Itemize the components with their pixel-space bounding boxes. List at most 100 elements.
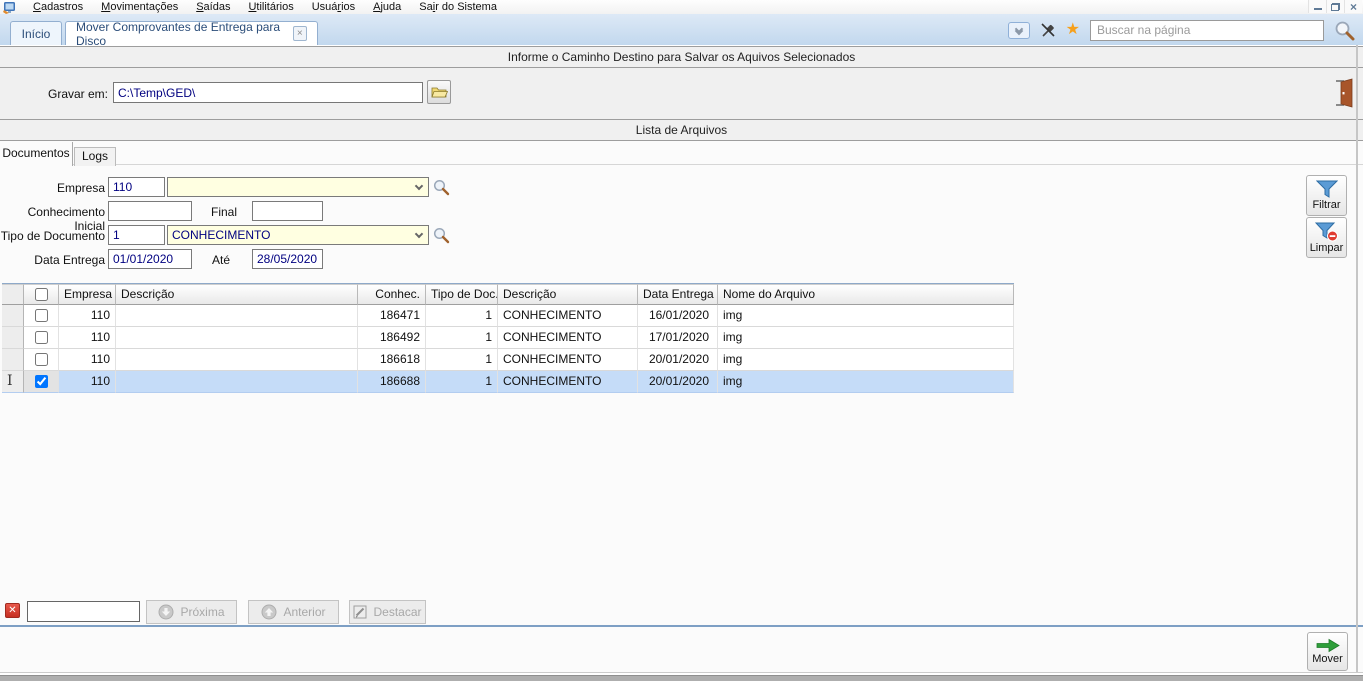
row-indicator-cell bbox=[2, 305, 24, 327]
anterior-label: Anterior bbox=[283, 605, 326, 619]
tab-documentos[interactable]: Documentos bbox=[0, 142, 73, 166]
restore-icon bbox=[1331, 2, 1340, 11]
window-bottom-line bbox=[0, 672, 1363, 673]
tipo-documento-label: Tipo de Documento bbox=[0, 229, 105, 243]
menu-item-cadastros[interactable]: Cadastros bbox=[24, 1, 92, 13]
window-minimize-button[interactable] bbox=[1308, 0, 1326, 13]
door-icon bbox=[1336, 78, 1353, 108]
row-checkbox[interactable] bbox=[34, 353, 48, 366]
tipo-code-input[interactable] bbox=[108, 225, 165, 245]
cell-conhec: 186688 bbox=[358, 371, 426, 393]
cell-tipo-descricao: CONHECIMENTO bbox=[498, 371, 638, 393]
exit-door-button[interactable] bbox=[1330, 76, 1358, 110]
col-tipo-de-doc[interactable]: Tipo de Doc. bbox=[426, 284, 498, 305]
pin-disabled-icon[interactable] bbox=[1040, 22, 1056, 38]
cell-tipo: 1 bbox=[426, 305, 498, 327]
col-data-entrega[interactable]: Data Entrega bbox=[638, 284, 718, 305]
cell-tipo-descricao: CONHECIMENTO bbox=[498, 305, 638, 327]
limpar-button[interactable]: Limpar bbox=[1306, 217, 1347, 258]
col-descricao[interactable]: Descrição bbox=[116, 284, 358, 305]
open-folder-icon bbox=[430, 87, 448, 98]
limpar-label: Limpar bbox=[1309, 241, 1344, 254]
table-row[interactable]: 110 186618 1 CONHECIMENTO 20/01/2020 img bbox=[2, 349, 1014, 371]
menu-item-saidas[interactable]: Saídas bbox=[187, 1, 239, 13]
table-row[interactable]: 110 186492 1 CONHECIMENTO 17/01/2020 img bbox=[2, 327, 1014, 349]
cell-tipo: 1 bbox=[426, 327, 498, 349]
tipo-search-icon[interactable] bbox=[433, 227, 450, 244]
row-checkbox-cell[interactable] bbox=[24, 305, 59, 327]
tab-mover-label: Mover Comprovantes de Entrega para Disco bbox=[76, 19, 281, 48]
cell-conhec: 186618 bbox=[358, 349, 426, 371]
menu-item-movimentacoes[interactable]: Movimentações bbox=[92, 1, 187, 13]
application-window: Cadastros Movimentações Saídas Utilitári… bbox=[0, 0, 1363, 681]
mover-label: Mover bbox=[1312, 653, 1343, 665]
gravar-path-input[interactable] bbox=[113, 82, 423, 103]
cell-empresa: 110 bbox=[59, 305, 116, 327]
page-search-input[interactable] bbox=[1090, 19, 1324, 41]
data-inicial-input[interactable] bbox=[108, 249, 192, 269]
findbar-search-input[interactable] bbox=[27, 601, 140, 622]
close-icon: × bbox=[296, 28, 303, 39]
window-right-edge bbox=[1356, 45, 1358, 673]
find-bar: ✕ Próxima Anterior Destacar bbox=[0, 599, 1363, 627]
cell-nome-arquivo: img bbox=[718, 371, 1014, 393]
row-checkbox[interactable] bbox=[34, 375, 48, 388]
arrow-up-circle-icon bbox=[261, 604, 277, 620]
menu-bar: Cadastros Movimentações Saídas Utilitári… bbox=[0, 0, 1363, 14]
row-checkbox-cell[interactable] bbox=[24, 371, 59, 393]
table-row[interactable]: 110 186471 1 CONHECIMENTO 16/01/2020 img bbox=[2, 305, 1014, 327]
select-all-header-cell[interactable] bbox=[24, 284, 59, 305]
cell-tipo-descricao: CONHECIMENTO bbox=[498, 349, 638, 371]
row-checkbox[interactable] bbox=[34, 309, 48, 322]
proxima-button[interactable]: Próxima bbox=[146, 600, 237, 624]
document-tab-bar: Início Mover Comprovantes de Entrega par… bbox=[0, 14, 1363, 48]
findbar-close-button[interactable]: ✕ bbox=[5, 603, 20, 618]
tab-logs[interactable]: Logs bbox=[74, 147, 116, 166]
cell-descricao bbox=[116, 305, 358, 327]
tab-list-dropdown-button[interactable] bbox=[1007, 21, 1030, 39]
empresa-combo[interactable] bbox=[167, 177, 429, 197]
select-all-checkbox[interactable] bbox=[34, 288, 48, 301]
menu-item-utilitarios[interactable]: Utilitários bbox=[239, 1, 302, 13]
window-close-button[interactable]: × bbox=[1344, 0, 1362, 13]
tab-inicio[interactable]: Início bbox=[10, 21, 62, 45]
col-nome-do-arquivo[interactable]: Nome do Arquivo bbox=[718, 284, 1014, 305]
cell-descricao bbox=[116, 327, 358, 349]
funnel-icon bbox=[1315, 180, 1338, 198]
chevron-down-icon bbox=[414, 181, 424, 191]
window-restore-button[interactable] bbox=[1326, 0, 1344, 13]
table-row-selected[interactable]: I 110 186688 1 CONHECIMENTO 20/01/2020 i… bbox=[2, 371, 1014, 393]
browse-folder-button[interactable] bbox=[427, 80, 451, 104]
menu-item-sair-do-sistema[interactable]: Sair do Sistema bbox=[410, 1, 506, 13]
data-final-input[interactable] bbox=[252, 249, 323, 269]
conhecimento-inicial-input[interactable] bbox=[108, 201, 192, 221]
empresa-search-icon[interactable] bbox=[433, 179, 450, 196]
col-descricao-2[interactable]: Descrição bbox=[498, 284, 638, 305]
tab-close-button[interactable]: × bbox=[292, 26, 307, 41]
col-empresa[interactable]: Empresa bbox=[59, 284, 116, 305]
close-icon: × bbox=[1349, 0, 1357, 14]
mover-button[interactable]: Mover bbox=[1307, 632, 1348, 671]
anterior-button[interactable]: Anterior bbox=[248, 600, 339, 624]
conhecimento-final-input[interactable] bbox=[252, 201, 323, 221]
destacar-button[interactable]: Destacar bbox=[349, 600, 426, 624]
favorites-star-icon[interactable]: ★ bbox=[1066, 22, 1080, 38]
cell-empresa: 110 bbox=[59, 327, 116, 349]
path-section-header: Informe o Caminho Destino para Salvar os… bbox=[0, 46, 1363, 68]
row-checkbox-cell[interactable] bbox=[24, 327, 59, 349]
menu-item-usuarios[interactable]: Usuários bbox=[303, 1, 364, 13]
filtrar-button[interactable]: Filtrar bbox=[1306, 175, 1347, 216]
empresa-code-input[interactable] bbox=[108, 177, 165, 197]
menu-item-ajuda[interactable]: Ajuda bbox=[364, 1, 410, 13]
cell-tipo-descricao: CONHECIMENTO bbox=[498, 327, 638, 349]
cell-empresa: 110 bbox=[59, 371, 116, 393]
search-icon[interactable] bbox=[1334, 20, 1355, 41]
tab-mover-comprovantes[interactable]: Mover Comprovantes de Entrega para Disco… bbox=[65, 19, 318, 48]
row-checkbox[interactable] bbox=[34, 331, 48, 344]
tipo-combo[interactable]: CONHECIMENTO bbox=[167, 225, 429, 245]
cell-nome-arquivo: img bbox=[718, 327, 1014, 349]
ate-label: Até bbox=[211, 253, 230, 267]
col-conhec[interactable]: Conhec. bbox=[358, 284, 426, 305]
text-cursor: I bbox=[7, 373, 13, 389]
row-checkbox-cell[interactable] bbox=[24, 349, 59, 371]
